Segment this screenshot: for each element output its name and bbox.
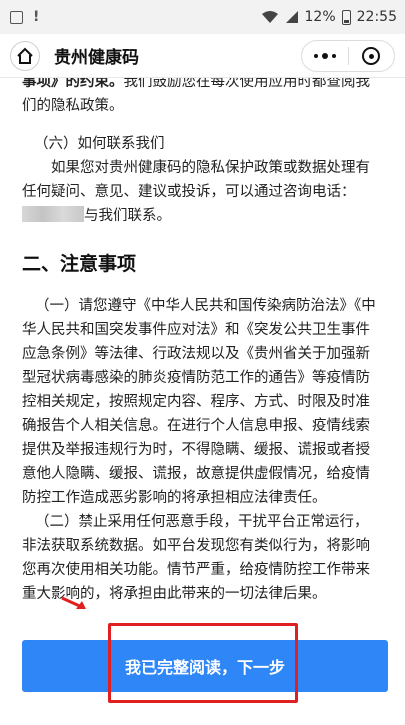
- target-circle-icon: [362, 47, 381, 65]
- section-heading: 二、注意事项: [22, 253, 137, 275]
- notice-item-1: （一）请您遵守《中华人民共和国传染病防治法》《中华人民共和国突发事件应对法》和《…: [22, 298, 376, 506]
- home-icon: [17, 47, 33, 64]
- contact-paragraph: 如果您对贵州健康码的隐私保护政策或数据处理有任何疑问、意见、建议或投诉，可以通过…: [22, 156, 383, 228]
- close-button[interactable]: [349, 47, 395, 65]
- blurred-phone-number: [22, 206, 84, 222]
- confirm-read-button[interactable]: 我已完整阅读，下一步: [22, 640, 388, 692]
- cell-signal-icon: [285, 11, 298, 23]
- battery-icon: [341, 9, 351, 25]
- notice-item-2: （二）禁止采用任何恶意手段，干扰平台正常运行，非法获取系统数据。如平台发现您有类…: [22, 514, 370, 602]
- image-notification-icon: [10, 10, 23, 24]
- footer: 我已完整阅读，下一步: [0, 618, 405, 725]
- agreement-content[interactable]: 事项》的约束。我们鼓励您在每次使用应用时都查阅我 们的隐私政策。 （六）如何联系…: [0, 78, 405, 618]
- alert-notification-icon: !: [33, 9, 40, 25]
- wifi-icon: [261, 11, 278, 23]
- status-left: !: [10, 9, 39, 25]
- more-button[interactable]: [302, 53, 348, 59]
- cut-line-rest: 我们鼓励您在每次使用应用时都查阅我: [123, 78, 371, 90]
- status-right: 12% 22:55: [261, 9, 397, 25]
- mini-program-capsule: [301, 40, 395, 72]
- more-dots-icon-center: [321, 53, 328, 59]
- cut-off-paragraph: 事项》的约束。我们鼓励您在每次使用应用时都查阅我: [22, 78, 383, 94]
- more-dots-icon-right: [331, 54, 336, 58]
- home-button[interactable]: [10, 40, 40, 71]
- contact-heading: （六）如何联系我们: [34, 136, 165, 152]
- status-bar: ! 12% 22:55: [0, 0, 405, 34]
- battery-percent: 12%: [304, 9, 336, 25]
- page-title: 贵州健康码: [54, 48, 139, 68]
- cut-line-bold: 事项》的约束。: [22, 78, 124, 90]
- target-circle-dot: [368, 53, 374, 59]
- title-bar: 贵州健康码: [0, 34, 405, 78]
- clock: 22:55: [356, 9, 397, 25]
- cut-line-second: 们的隐私政策。: [22, 98, 124, 114]
- more-dots-icon: [313, 54, 318, 58]
- contact-text: 如果您对贵州健康码的隐私保护政策或数据处理有任何疑问、意见、建议或投诉，可以通过…: [22, 160, 370, 200]
- red-arrow-annotation: [61, 596, 86, 610]
- contact-text-end: 与我们联系。: [84, 208, 171, 224]
